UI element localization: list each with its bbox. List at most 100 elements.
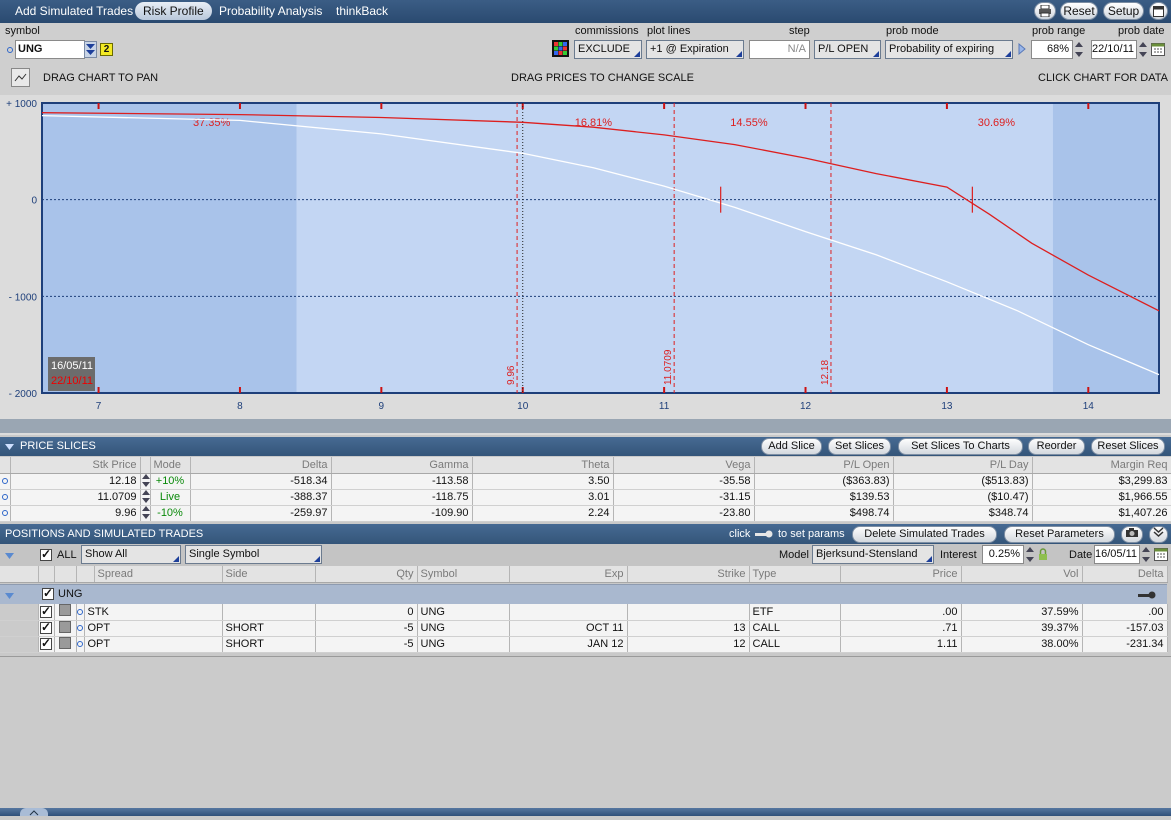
pos-vol[interactable]: 39.37% <box>961 620 1083 637</box>
row-checkbox[interactable] <box>40 604 52 618</box>
row-link-cell[interactable] <box>76 604 85 621</box>
slice-link-icon[interactable] <box>0 473 11 490</box>
expand-all-button[interactable] <box>1149 526 1168 543</box>
symbol-link-icon[interactable] <box>7 47 13 53</box>
select-all-checkbox[interactable] <box>40 547 52 562</box>
step-input[interactable]: N/A <box>749 40 810 59</box>
slice-price-stepper[interactable] <box>140 473 151 490</box>
group-dropdown[interactable]: Single Symbol <box>185 545 322 564</box>
row-checkbox[interactable] <box>40 636 52 651</box>
expand-panel-button[interactable] <box>20 808 48 816</box>
position-row[interactable]: OPTSHORT-5UNGJAN 1212CALL1.1138.00%-231.… <box>0 636 1168 653</box>
prob-range-stepper[interactable] <box>1074 40 1084 59</box>
slice-stk-price[interactable]: 12.18 <box>10 473 141 490</box>
prob-date-input[interactable]: 22/10/11 <box>1091 40 1137 59</box>
slice-stk-price[interactable]: 11.0709 <box>10 489 141 506</box>
price-slice-label[interactable]: 11.0709 <box>663 349 674 385</box>
calendar-icon[interactable] <box>1151 42 1165 56</box>
x-tick-label[interactable]: 11 <box>659 401 670 412</box>
reset-parameters-button[interactable]: Reset Parameters <box>1004 526 1115 543</box>
date-input[interactable]: 16/05/11 <box>1094 545 1140 564</box>
color-grid-button[interactable] <box>552 40 569 57</box>
slice-link-icon[interactable] <box>0 505 11 522</box>
risk-profile-chart[interactable]: + 1000 0 - 1000 - 2000 7 8 9 10 11 12 13 14 9.96 11.0… <box>0 95 1171 435</box>
detach-button[interactable] <box>1149 2 1168 20</box>
pos-side[interactable] <box>222 604 316 621</box>
tab-thinkback[interactable]: thinkBack <box>328 2 396 20</box>
reset-slices-button[interactable]: Reset Slices <box>1091 438 1165 455</box>
add-slice-button[interactable]: Add Slice <box>761 438 822 455</box>
wrench-icon[interactable] <box>1138 591 1156 599</box>
pos-qty[interactable]: -5 <box>315 620 418 637</box>
collapse-chevron-icon[interactable] <box>5 553 14 559</box>
row-color-swatch[interactable] <box>59 620 71 633</box>
x-tick-label[interactable]: 12 <box>800 401 812 412</box>
x-tick-label[interactable]: 13 <box>941 401 953 412</box>
pos-spread[interactable]: OPT <box>84 636 223 653</box>
row-swatch-cell[interactable] <box>54 604 77 621</box>
x-tick-label[interactable]: 9 <box>379 401 385 412</box>
pos-side[interactable]: SHORT <box>222 620 316 637</box>
prob-mode-dropdown[interactable]: Probability of expiring <box>885 40 1013 59</box>
pos-qty[interactable]: -5 <box>315 636 418 653</box>
pos-strike[interactable]: 13 <box>627 620 750 637</box>
setup-button[interactable]: Setup <box>1103 2 1144 20</box>
pos-strike[interactable] <box>627 604 750 621</box>
delete-simulated-trades-button[interactable]: Delete Simulated Trades <box>852 526 997 543</box>
row-checkbox-cell[interactable] <box>38 620 55 637</box>
pos-qty[interactable]: 0 <box>315 604 418 621</box>
calendar-icon[interactable] <box>1154 547 1168 561</box>
symbol-input[interactable]: UNG <box>15 40 85 59</box>
row-swatch-cell[interactable] <box>54 620 77 637</box>
pos-price[interactable]: .71 <box>840 620 962 637</box>
pl-mode-dropdown[interactable]: P/L OPEN <box>814 40 881 59</box>
commissions-dropdown[interactable]: EXCLUDE <box>574 40 642 59</box>
price-slice-label[interactable]: 12.18 <box>820 360 831 385</box>
pos-spread[interactable]: OPT <box>84 620 223 637</box>
chart-resize-strip[interactable] <box>0 419 1171 433</box>
pos-vol[interactable]: 37.59% <box>961 604 1083 621</box>
date-stepper[interactable] <box>1141 545 1151 564</box>
collapse-chevron-icon[interactable] <box>5 444 14 450</box>
print-button[interactable] <box>1034 2 1056 20</box>
x-tick-label[interactable]: 7 <box>96 401 102 412</box>
row-checkbox-cell[interactable] <box>38 636 55 653</box>
filter-dropdown[interactable]: Show All <box>81 545 181 564</box>
tab-risk-profile[interactable]: Risk Profile <box>135 2 212 20</box>
prob-date-stepper[interactable] <box>1138 40 1148 59</box>
pos-side[interactable]: SHORT <box>222 636 316 653</box>
group-checkbox[interactable] <box>42 586 54 601</box>
slice-row[interactable]: 12.18 +10% -518.34 -113.58 3.50 -35.58 ($363.8… <box>0 473 1171 490</box>
pos-strike[interactable]: 12 <box>627 636 750 653</box>
reorder-button[interactable]: Reorder <box>1028 438 1085 455</box>
row-color-swatch[interactable] <box>59 636 71 649</box>
pos-spread[interactable]: STK <box>84 604 223 621</box>
chart-type-button[interactable] <box>11 68 30 87</box>
price-slice-label[interactable]: 9.96 <box>506 365 517 385</box>
x-tick-label[interactable]: 8 <box>237 401 243 412</box>
slice-link-icon[interactable] <box>0 489 11 506</box>
group-row-ung[interactable]: UNG <box>0 584 1167 604</box>
row-checkbox-cell[interactable] <box>38 604 55 621</box>
pos-price[interactable]: 1.11 <box>840 636 962 653</box>
row-link-cell[interactable] <box>76 636 85 653</box>
tab-add-simulated-trades[interactable]: Add Simulated Trades <box>7 2 141 20</box>
position-row[interactable]: OPTSHORT-5UNGOCT 1113CALL.7139.37%-157.0… <box>0 620 1168 637</box>
slice-row[interactable]: 9.96 -10% -259.97 -109.90 2.24 -23.80 $498.74 $… <box>0 505 1171 522</box>
prob-range-input[interactable]: 68% <box>1031 40 1073 59</box>
tab-probability-analysis[interactable]: Probability Analysis <box>211 2 330 20</box>
interest-input[interactable]: 0.25% <box>982 545 1024 564</box>
position-row[interactable]: STK0UNGETF.0037.59%.00 <box>0 604 1168 621</box>
row-swatch-cell[interactable] <box>54 636 77 653</box>
collapse-chevron-icon[interactable] <box>5 593 14 599</box>
pos-price[interactable]: .00 <box>840 604 962 621</box>
pos-vol[interactable]: 38.00% <box>961 636 1083 653</box>
snapshot-button[interactable] <box>1121 526 1143 543</box>
row-color-swatch[interactable] <box>59 604 71 617</box>
slice-price-stepper[interactable] <box>140 489 151 506</box>
reset-button[interactable]: Reset <box>1060 2 1098 20</box>
symbol-count-badge[interactable]: 2 <box>100 43 113 56</box>
slice-stk-price[interactable]: 9.96 <box>10 505 141 522</box>
set-slices-button[interactable]: Set Slices <box>828 438 891 455</box>
row-checkbox[interactable] <box>40 620 52 635</box>
